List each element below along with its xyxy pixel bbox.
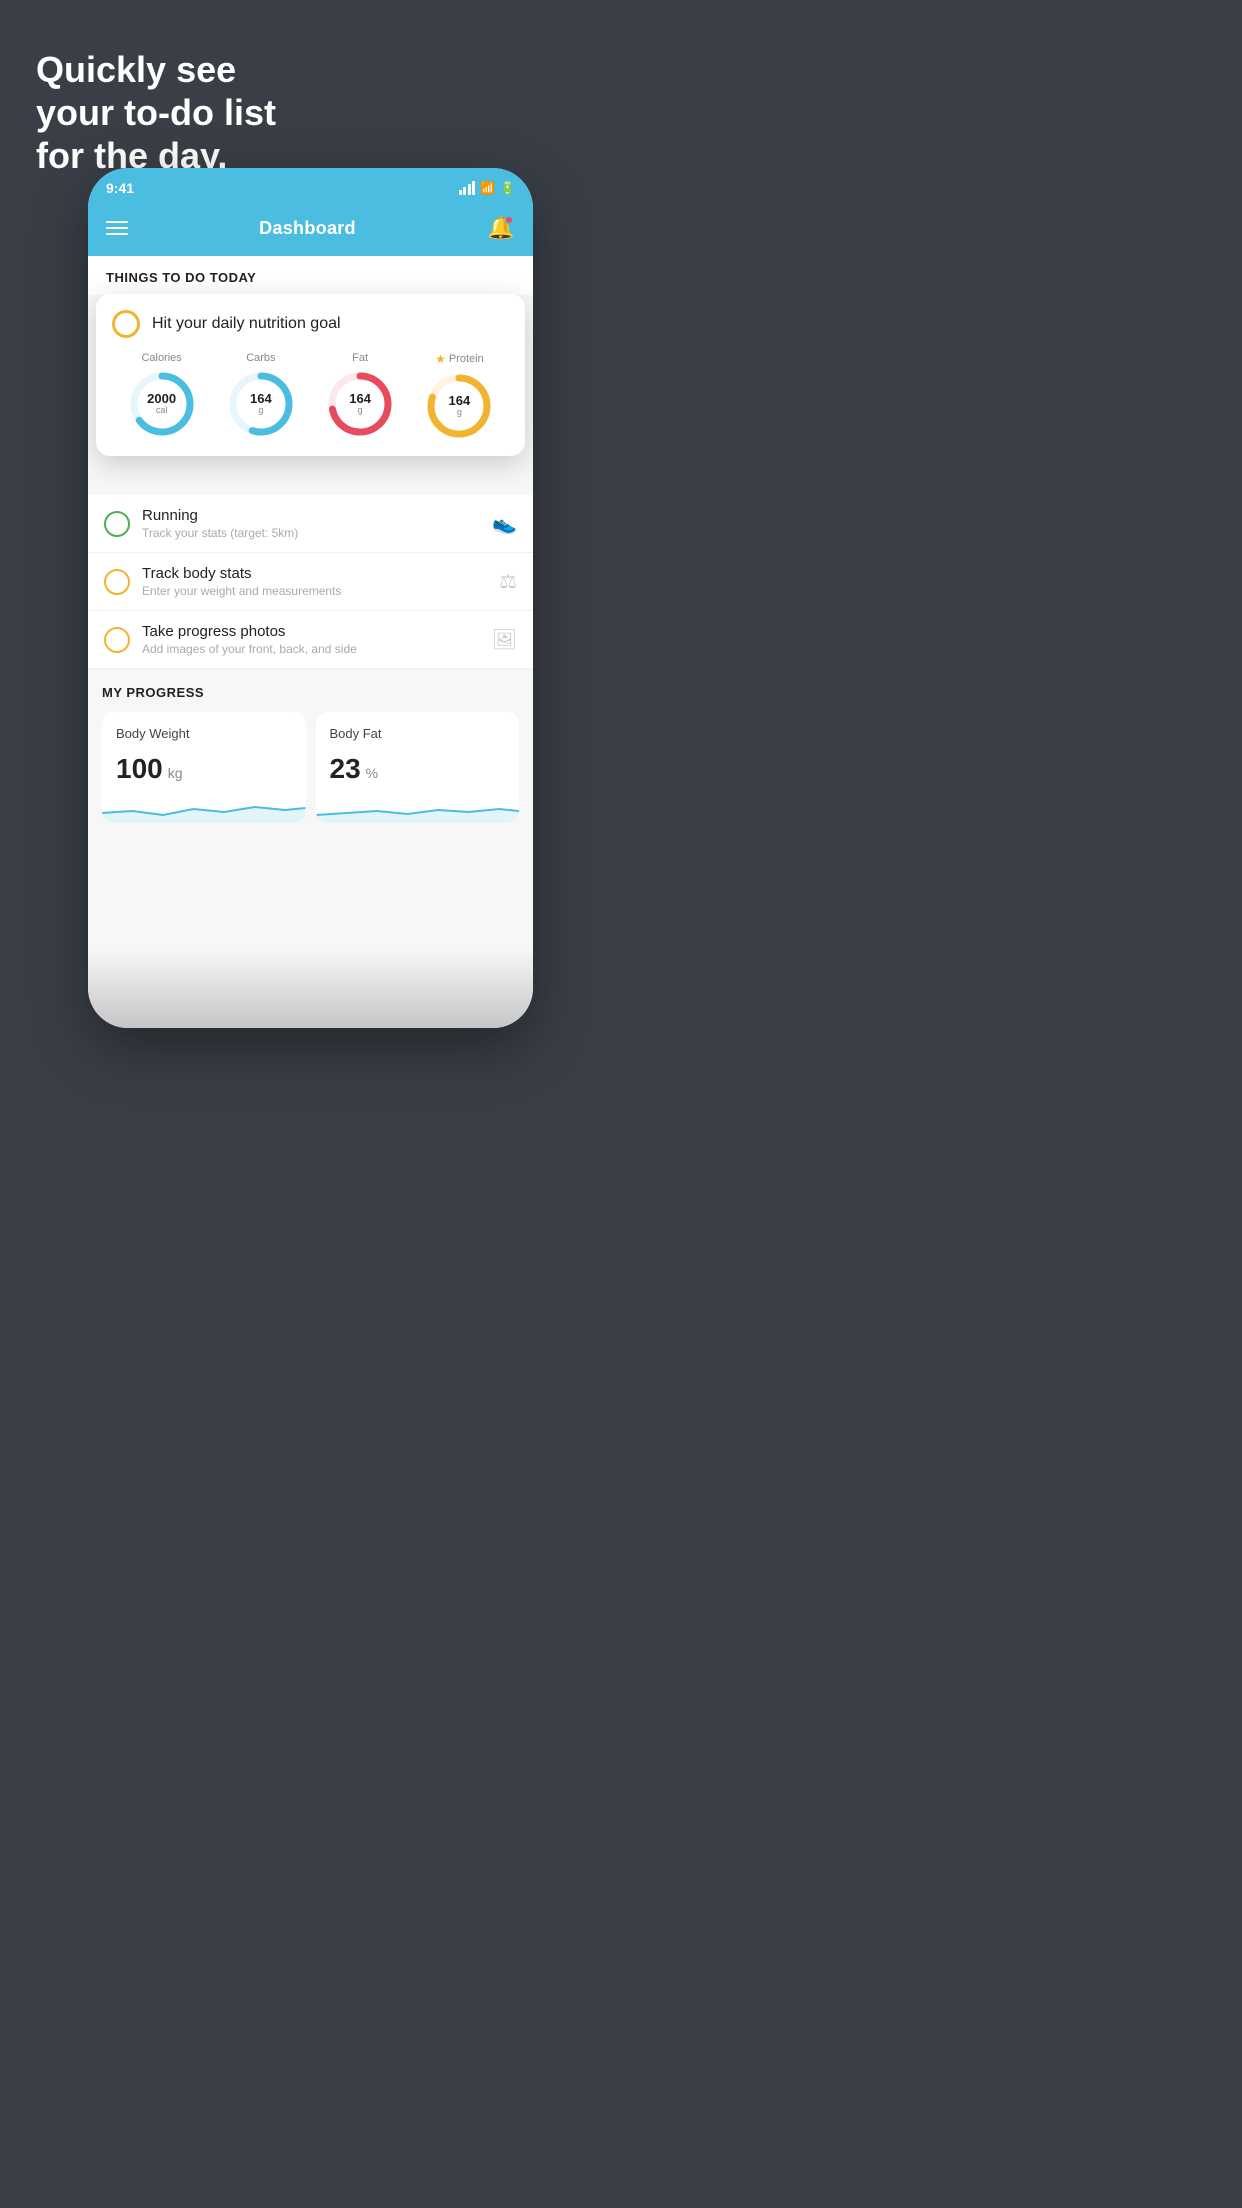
nut-fat-label: Fat [352, 352, 368, 364]
nut-fat-value: 164 [349, 392, 371, 406]
nut-fat: Fat 164 g [326, 352, 394, 438]
phone-content: THINGS TO DO TODAY Hit your daily nutrit… [88, 256, 533, 1028]
todo-title-running: Running [142, 507, 480, 524]
nut-calories-label: Calories [141, 352, 181, 364]
progress-fat-unit: % [366, 765, 378, 781]
todo-subtitle-running: Track your stats (target: 5km) [142, 526, 480, 540]
nav-title: Dashboard [259, 218, 356, 239]
notification-bell-button[interactable]: 🔔 [487, 214, 515, 242]
nutrition-circles-row: Calories 2000 cal Carbs [112, 352, 509, 440]
nut-protein-unit: g [449, 408, 471, 418]
notification-dot [505, 216, 513, 224]
things-to-do-header: THINGS TO DO TODAY [88, 256, 533, 295]
nutrition-card[interactable]: Hit your daily nutrition goal Calories 2… [96, 294, 525, 456]
scale-icon: ⚖ [499, 569, 517, 594]
hero-text: Quickly see your to-do list for the day. [36, 48, 276, 178]
progress-weight-value: 100 [116, 753, 163, 785]
nut-protein: ★ Protein 164 g [425, 352, 493, 440]
nut-calories-donut: 2000 cal [128, 370, 196, 438]
progress-weight-unit: kg [168, 765, 183, 781]
nut-calories-value: 2000 [147, 392, 176, 406]
todo-item-body-stats[interactable]: Track body stats Enter your weight and m… [88, 553, 533, 611]
nut-protein-label: Protein [449, 353, 484, 365]
nut-carbs-label: Carbs [246, 352, 275, 364]
nut-carbs-value: 164 [250, 392, 272, 406]
status-time: 9:41 [106, 180, 134, 196]
nav-bar: Dashboard 🔔 [88, 204, 533, 256]
todo-circle-body-stats [104, 569, 130, 595]
signal-icon [459, 181, 476, 195]
running-icon: 👟 [492, 511, 517, 536]
progress-cards-row: Body Weight 100 kg Body Fat [102, 712, 519, 823]
todo-title-progress-photos: Take progress photos [142, 623, 480, 640]
progress-card-weight-title: Body Weight [116, 726, 292, 741]
todo-subtitle-body-stats: Enter your weight and measurements [142, 584, 487, 598]
todo-title-body-stats: Track body stats [142, 565, 487, 582]
progress-section-header: MY PROGRESS [102, 685, 519, 700]
todo-item-running[interactable]: Running Track your stats (target: 5km) 👟 [88, 495, 533, 553]
todo-item-progress-photos[interactable]: Take progress photos Add images of your … [88, 611, 533, 669]
nut-protein-label-row: ★ Protein [435, 352, 484, 366]
progress-card-fat-value-row: 23 % [330, 753, 506, 785]
todo-circle-progress-photos [104, 627, 130, 653]
todo-subtitle-progress-photos: Add images of your front, back, and side [142, 642, 480, 656]
todo-text-progress-photos: Take progress photos Add images of your … [142, 623, 480, 656]
photo-icon: 🖼 [492, 627, 517, 652]
hero-line2: your to-do list [36, 91, 276, 134]
nut-protein-value: 164 [449, 394, 471, 408]
progress-card-weight-value-row: 100 kg [116, 753, 292, 785]
phone-mockup: 9:41 📶 🔋 Dashboard 🔔 THINGS TO DO TODAY [88, 168, 533, 1028]
status-bar: 9:41 📶 🔋 [88, 168, 533, 204]
todo-list: Running Track your stats (target: 5km) 👟… [88, 495, 533, 669]
status-icons: 📶 🔋 [459, 181, 515, 195]
nutrition-card-title-text: Hit your daily nutrition goal [152, 315, 341, 333]
progress-card-fat[interactable]: Body Fat 23 % [316, 712, 520, 823]
nut-calories-unit: cal [147, 406, 176, 416]
nutrition-check-circle [112, 310, 140, 338]
menu-button[interactable] [106, 221, 128, 235]
hero-line1: Quickly see [36, 48, 276, 91]
todo-text-body-stats: Track body stats Enter your weight and m… [142, 565, 487, 598]
progress-fat-value: 23 [330, 753, 361, 785]
nut-fat-donut: 164 g [326, 370, 394, 438]
nut-carbs-donut: 164 g [227, 370, 295, 438]
nut-calories: Calories 2000 cal [128, 352, 196, 438]
todo-text-running: Running Track your stats (target: 5km) [142, 507, 480, 540]
shadow-overlay [88, 948, 533, 1028]
nut-carbs: Carbs 164 g [227, 352, 295, 438]
progress-card-weight[interactable]: Body Weight 100 kg [102, 712, 306, 823]
nut-carbs-unit: g [250, 406, 272, 416]
battery-icon: 🔋 [500, 181, 515, 195]
protein-star-icon: ★ [435, 352, 446, 366]
todo-circle-running [104, 511, 130, 537]
weight-mini-chart [102, 793, 306, 823]
nutrition-card-title-row: Hit your daily nutrition goal [112, 310, 509, 338]
progress-section: MY PROGRESS Body Weight 100 kg [88, 669, 533, 823]
nut-fat-unit: g [349, 406, 371, 416]
fat-mini-chart [316, 793, 520, 823]
nut-protein-donut: 164 g [425, 372, 493, 440]
progress-card-fat-title: Body Fat [330, 726, 506, 741]
wifi-icon: 📶 [480, 181, 495, 195]
